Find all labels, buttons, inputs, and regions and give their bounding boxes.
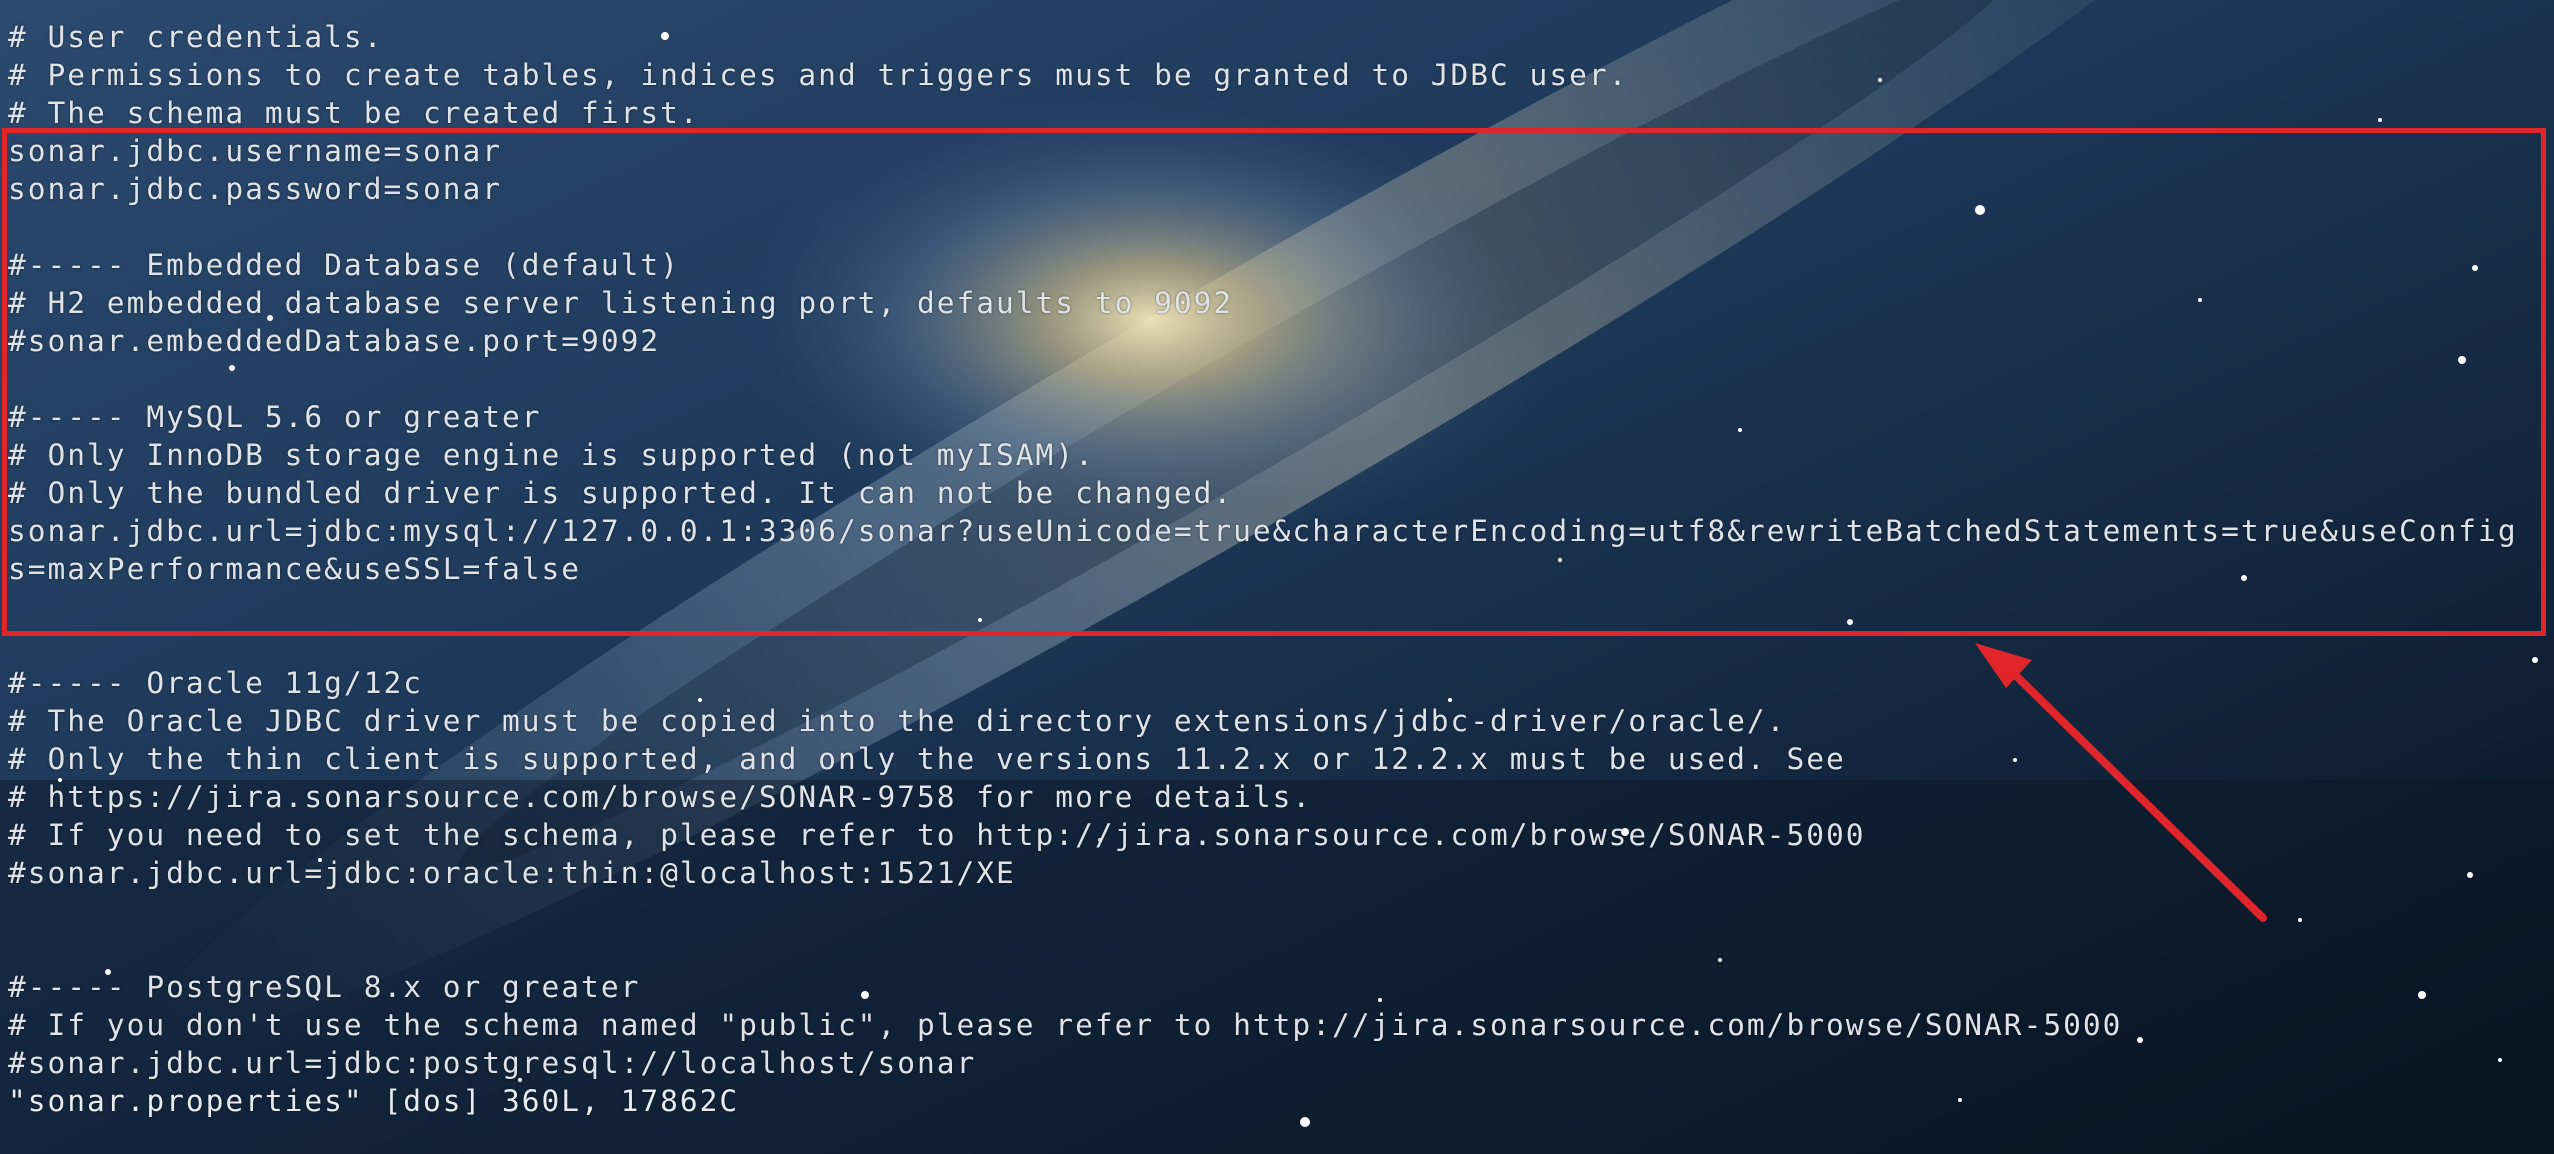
- file-line: [8, 360, 2548, 398]
- file-line: sonar.jdbc.password=sonar: [8, 172, 503, 206]
- file-line: # H2 embedded database server listening …: [8, 286, 1234, 320]
- file-line: s=maxPerformance&useSSL=false: [8, 552, 582, 586]
- file-line: #----- Oracle 11g/12c: [8, 666, 423, 700]
- file-line: [8, 892, 2548, 930]
- file-line: sonar.jdbc.url=jdbc:mysql://127.0.0.1:33…: [8, 514, 2518, 548]
- file-line: # Only InnoDB storage engine is supporte…: [8, 438, 1095, 472]
- file-line: #sonar.jdbc.url=jdbc:postgresql://localh…: [8, 1046, 977, 1080]
- file-line: #----- MySQL 5.6 or greater: [8, 400, 542, 434]
- file-line: #----- PostgreSQL 8.x or greater: [8, 970, 641, 1004]
- file-line: # Only the thin client is supported, and…: [8, 742, 1846, 776]
- file-line: # Permissions to create tables, indices …: [8, 58, 1629, 92]
- file-line: # Only the bundled driver is supported. …: [8, 476, 1234, 510]
- file-line: # The Oracle JDBC driver must be copied …: [8, 704, 1787, 738]
- file-line: #----- Embedded Database (default): [8, 248, 680, 282]
- vim-status-line: "sonar.properties" [dos] 360L, 17862C: [8, 1084, 740, 1118]
- file-line: # The schema must be created first.: [8, 96, 700, 130]
- file-line: sonar.jdbc.username=sonar: [8, 134, 503, 168]
- file-line: # https://jira.sonarsource.com/browse/SO…: [8, 780, 1313, 814]
- file-line: # If you don't use the schema named "pub…: [8, 1008, 2123, 1042]
- file-line: # If you need to set the schema, please …: [8, 818, 1866, 852]
- file-line: [8, 208, 2548, 246]
- file-line: [8, 626, 2548, 664]
- file-line: [8, 930, 2548, 968]
- file-line: #sonar.jdbc.url=jdbc:oracle:thin:@localh…: [8, 856, 1016, 890]
- file-line: # User credentials.: [8, 20, 384, 54]
- file-line: [8, 588, 2548, 626]
- terminal-editor[interactable]: # User credentials. # Permissions to cre…: [8, 18, 2548, 1148]
- file-line: #sonar.embeddedDatabase.port=9092: [8, 324, 661, 358]
